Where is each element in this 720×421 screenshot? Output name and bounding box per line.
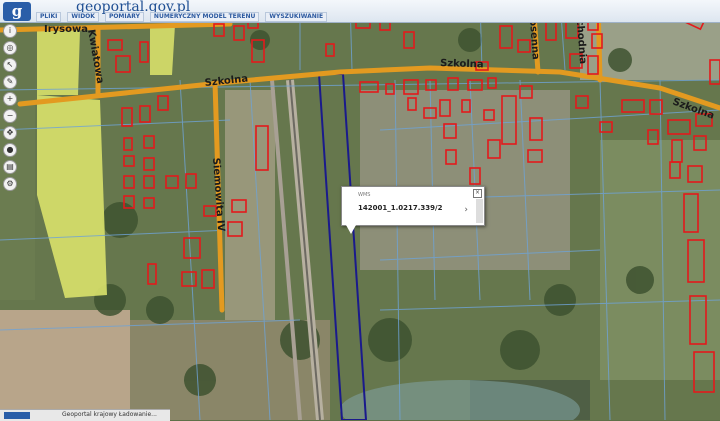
geoportal-logo[interactable]: g — [3, 2, 31, 21]
menu-item-nmt[interactable]: NUMERYCZNY MODEL TERENU — [149, 12, 260, 22]
menu-item-widok[interactable]: WIDOK — [67, 12, 99, 22]
menu-item-pliki[interactable]: PLIKI — [36, 12, 62, 22]
close-icon[interactable]: × — [473, 189, 482, 198]
popup-label: WMS — [358, 192, 371, 198]
zoom-out-icon[interactable]: − — [3, 109, 17, 123]
main-menu: PLIKI WIDOK POMIARY NUMERYCZNY MODEL TER… — [36, 12, 328, 22]
status-bar: Geoportal krajowy Ładowanie... — [0, 409, 170, 421]
status-logo-icon — [4, 412, 30, 419]
map-tools: i ◎ ↖ ✎ + − ✥ ● ▤ ⚙ — [3, 24, 17, 191]
pan-icon[interactable]: ✥ — [3, 126, 17, 140]
layers-icon[interactable]: ◎ — [3, 41, 17, 55]
zoom-in-icon[interactable]: + — [3, 92, 17, 106]
menu-item-pomiary[interactable]: POMIARY — [104, 12, 144, 22]
street-label-szkolna-2: Szkolna — [440, 58, 484, 71]
menu-item-wyszukiwanie[interactable]: WYSZUKIWANIE — [265, 12, 328, 22]
street-label-irysowa: Irysowa — [44, 24, 88, 35]
next-arrow-icon[interactable]: › — [464, 205, 468, 215]
info-icon[interactable]: i — [3, 24, 17, 38]
status-text: Geoportal krajowy Ładowanie... — [62, 411, 157, 418]
parcel-info-popup[interactable]: WMS 142001_1.0217.339/2 × › — [341, 186, 485, 234]
top-toolbar: g geoportal.gov.pl PLIKI WIDOK POMIARY N… — [0, 0, 720, 23]
print-icon[interactable]: ▤ — [3, 160, 17, 174]
pointer-icon[interactable]: ↖ — [3, 58, 17, 72]
popup-scrollbar[interactable] — [476, 199, 483, 223]
pencil-icon[interactable]: ✎ — [3, 75, 17, 89]
globe-icon[interactable]: ● — [3, 143, 17, 157]
settings-icon[interactable]: ⚙ — [3, 177, 17, 191]
parcel-id: 142001_1.0217.339/2 — [358, 204, 443, 212]
